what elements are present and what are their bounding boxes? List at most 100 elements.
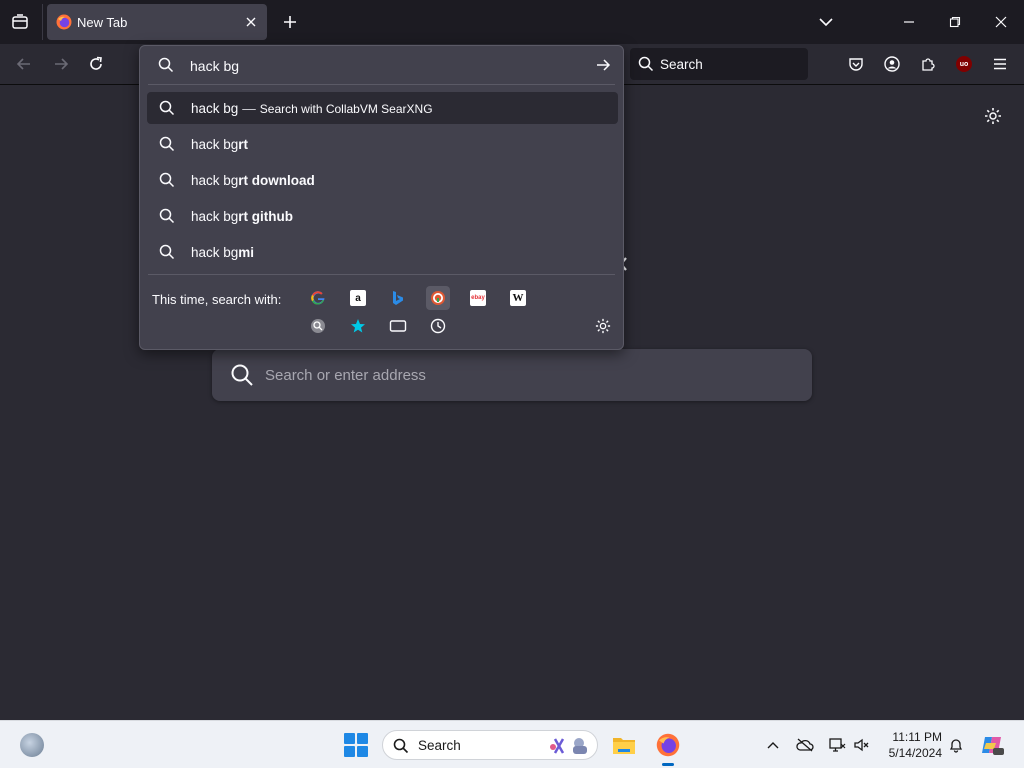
copilot-icon[interactable]	[980, 733, 1004, 757]
engine-google-button[interactable]	[306, 286, 330, 310]
wikipedia-icon: W	[510, 290, 526, 306]
arrow-right-icon	[55, 58, 69, 70]
suggestion-row[interactable]: hack bgrt	[147, 128, 618, 160]
suggestion-action: Search with CollabVM SearXNG	[259, 102, 433, 116]
ublock-icon: uo	[956, 56, 972, 72]
suggestion-separator: —	[242, 101, 256, 116]
engine-wikipedia-button[interactable]: W	[506, 286, 530, 310]
windows-logo-tile	[357, 733, 368, 744]
tab-list-icon	[12, 14, 28, 29]
search-tabs-button[interactable]	[386, 314, 410, 338]
clock-time: 11:11 PM	[892, 730, 942, 744]
windows-taskbar: Search 11:11 PM 5/14/2024	[0, 720, 1024, 768]
search-icon	[159, 172, 175, 188]
forward-button[interactable]	[51, 54, 71, 74]
list-all-tabs-button[interactable]	[816, 12, 836, 32]
tab-new-tab[interactable]: New Tab	[47, 4, 267, 40]
urlbar-input[interactable]: hack bg	[140, 46, 623, 84]
suggestion-row[interactable]: hack bgrt download	[147, 164, 618, 196]
engine-searxng-button[interactable]	[306, 314, 330, 338]
back-button[interactable]	[14, 54, 34, 74]
arrow-left-icon	[16, 58, 30, 70]
search-icon	[159, 136, 175, 152]
restore-button[interactable]	[945, 12, 965, 32]
restore-icon	[949, 16, 961, 28]
close-window-button[interactable]	[991, 12, 1011, 32]
show-hidden-icons-button[interactable]	[763, 735, 783, 755]
extensions-button[interactable]	[918, 54, 938, 74]
divider	[148, 274, 615, 275]
bookmarks-icon	[351, 319, 365, 333]
engine-ebay-button[interactable]: ebay	[466, 286, 490, 310]
reload-icon	[90, 56, 102, 70]
duckduckgo-icon	[431, 291, 445, 305]
firefox-icon	[656, 733, 680, 757]
engine-amazon-button[interactable]: a	[346, 286, 370, 310]
notifications-button[interactable]	[946, 735, 966, 755]
suggestion-completion: rt download	[238, 173, 315, 188]
taskbar-search-placeholder: Search	[418, 738, 461, 753]
network-button[interactable]	[827, 735, 847, 755]
search-icon	[638, 56, 654, 72]
one-off-search-label: This time, search with:	[152, 292, 282, 307]
file-explorer-button[interactable]	[608, 729, 640, 761]
searxng-icon	[311, 319, 325, 333]
arrow-right-icon	[597, 59, 611, 71]
tabs-icon	[389, 320, 407, 332]
suggestion-text: hack bgrt	[191, 137, 248, 152]
taskbar-clock[interactable]: 11:11 PM 5/14/2024	[880, 729, 942, 761]
minimize-icon	[904, 21, 914, 23]
search-highlight-icon	[550, 738, 587, 754]
engine-duckduckgo-button[interactable]	[426, 286, 450, 310]
engine-bing-button[interactable]	[386, 286, 410, 310]
pocket-button[interactable]	[846, 54, 866, 74]
search-icon	[159, 100, 175, 116]
newtab-settings-button[interactable]	[983, 106, 1003, 126]
search-bar[interactable]: Search	[630, 48, 808, 80]
suggestion-text: hack bgrt github	[191, 209, 293, 224]
windows-logo-tile	[344, 733, 355, 744]
speaker-muted-icon	[854, 738, 869, 752]
ublock-origin-button[interactable]: uo	[954, 54, 974, 74]
search-settings-button[interactable]	[591, 314, 615, 338]
start-button[interactable]	[344, 733, 368, 757]
tab-title: New Tab	[77, 15, 128, 30]
suggestion-completion: mi	[238, 245, 255, 260]
search-icon	[159, 208, 175, 224]
suggestion-row[interactable]: hack bgrt github	[147, 200, 618, 232]
suggestion-completion: rt	[238, 137, 249, 152]
suggestion-text: hack bgrt download	[191, 173, 315, 188]
suggestion-typed: hack bg	[191, 245, 239, 260]
puzzle-icon	[922, 58, 935, 71]
go-button[interactable]	[594, 56, 612, 74]
suggestion-row[interactable]: hack bgmi	[147, 236, 618, 268]
new-tab-button[interactable]	[280, 12, 300, 32]
search-icon	[393, 738, 409, 754]
search-history-button[interactable]	[426, 314, 450, 338]
suggestion-row[interactable]: hack bg — Search with CollabVM SearXNG	[147, 92, 618, 124]
suggestion-typed: hack bg	[191, 209, 239, 224]
suggestion-typed: hack bg	[191, 173, 239, 188]
urlbar-dropdown: hack bg hack bg — Search with CollabVM Sea…	[139, 45, 624, 350]
network-icon	[829, 738, 846, 752]
pocket-icon	[849, 58, 863, 71]
onedrive-button[interactable]	[795, 735, 815, 755]
firefox-taskbar-button[interactable]	[652, 729, 684, 766]
tab-overview-button[interactable]	[8, 10, 32, 34]
taskbar-search-box[interactable]: Search	[382, 730, 598, 760]
account-icon	[884, 56, 900, 72]
weather-widget-icon[interactable]	[20, 733, 44, 757]
bing-icon	[393, 291, 403, 305]
search-bookmarks-button[interactable]	[346, 314, 370, 338]
close-icon	[246, 17, 256, 27]
minimize-button[interactable]	[899, 12, 919, 32]
reload-button[interactable]	[86, 54, 106, 74]
newtab-search-placeholder: Search or enter address	[265, 367, 426, 384]
account-button[interactable]	[882, 54, 902, 74]
bell-icon	[949, 739, 963, 753]
app-menu-button[interactable]	[990, 54, 1010, 74]
google-icon	[311, 291, 325, 305]
newtab-search-box[interactable]: Search or enter address	[212, 349, 812, 401]
volume-button[interactable]	[852, 735, 872, 755]
close-tab-button[interactable]	[243, 14, 259, 30]
